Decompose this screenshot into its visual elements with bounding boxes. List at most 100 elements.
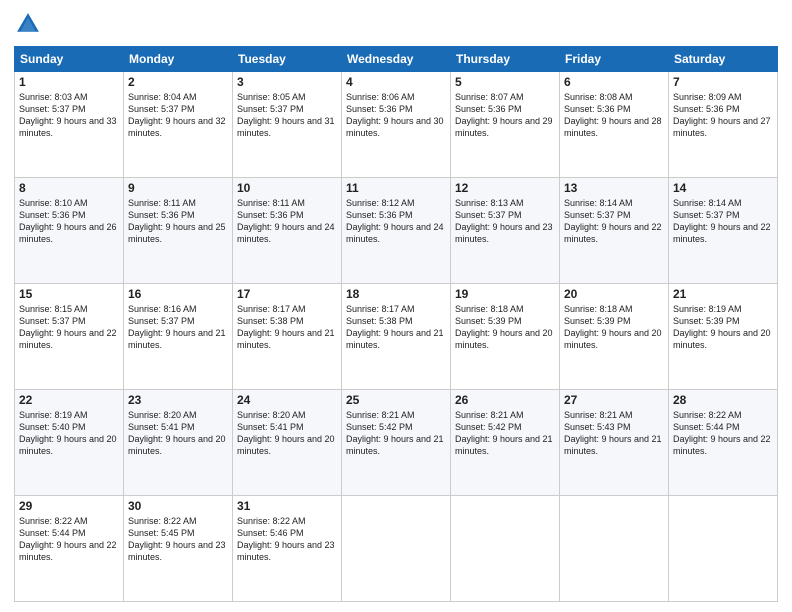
calendar-week-5: 29Sunrise: 8:22 AMSunset: 5:44 PMDayligh… bbox=[15, 496, 778, 602]
calendar-cell: 6 Sunrise: 8:08 AMSunset: 5:36 PMDaylight… bbox=[560, 72, 669, 178]
calendar-cell bbox=[342, 496, 451, 602]
day-number: 12 bbox=[455, 181, 555, 195]
day-number: 26 bbox=[455, 393, 555, 407]
calendar-cell: 14 Sunrise: 8:14 AMSunset: 5:37 PMDayligh… bbox=[669, 178, 778, 284]
day-number: 31 bbox=[237, 499, 337, 513]
day-number: 20 bbox=[564, 287, 664, 301]
logo-icon bbox=[14, 10, 42, 38]
calendar-header-row: SundayMondayTuesdayWednesdayThursdayFrid… bbox=[15, 47, 778, 72]
cell-info: Sunrise: 8:19 AMSunset: 5:39 PMDaylight:… bbox=[673, 303, 773, 352]
calendar-cell: 23 Sunrise: 8:20 AMSunset: 5:41 PMDayligh… bbox=[124, 390, 233, 496]
cell-info: Sunrise: 8:11 AMSunset: 5:36 PMDaylight:… bbox=[128, 197, 228, 246]
calendar-cell: 8Sunrise: 8:10 AMSunset: 5:36 PMDaylight… bbox=[15, 178, 124, 284]
day-number: 7 bbox=[673, 75, 773, 89]
day-number: 23 bbox=[128, 393, 228, 407]
cell-info: Sunrise: 8:22 AMSunset: 5:44 PMDaylight:… bbox=[673, 409, 773, 458]
calendar-cell: 3Sunrise: 8:05 AMSunset: 5:37 PMDaylight… bbox=[233, 72, 342, 178]
calendar-cell: 17Sunrise: 8:17 AMSunset: 5:38 PMDayligh… bbox=[233, 284, 342, 390]
day-number: 22 bbox=[19, 393, 119, 407]
cell-info: Sunrise: 8:20 AMSunset: 5:41 PMDaylight:… bbox=[128, 409, 228, 458]
calendar-cell: 28 Sunrise: 8:22 AMSunset: 5:44 PMDayligh… bbox=[669, 390, 778, 496]
cell-info: Sunrise: 8:22 AMSunset: 5:45 PMDaylight:… bbox=[128, 515, 228, 564]
calendar-table: SundayMondayTuesdayWednesdayThursdayFrid… bbox=[14, 46, 778, 602]
col-header-wednesday: Wednesday bbox=[342, 47, 451, 72]
calendar-cell: 24 Sunrise: 8:20 AMSunset: 5:41 PMDayligh… bbox=[233, 390, 342, 496]
day-number: 15 bbox=[19, 287, 119, 301]
day-number: 4 bbox=[346, 75, 446, 89]
day-number: 27 bbox=[564, 393, 664, 407]
calendar-cell: 12 Sunrise: 8:13 AMSunset: 5:37 PMDayligh… bbox=[451, 178, 560, 284]
cell-info: Sunrise: 8:12 AMSunset: 5:36 PMDaylight:… bbox=[346, 197, 446, 246]
cell-info: Sunrise: 8:21 AMSunset: 5:42 PMDaylight:… bbox=[346, 409, 446, 458]
cell-info: Sunrise: 8:14 AMSunset: 5:37 PMDaylight:… bbox=[673, 197, 773, 246]
col-header-thursday: Thursday bbox=[451, 47, 560, 72]
cell-info: Sunrise: 8:17 AMSunset: 5:38 PMDaylight:… bbox=[346, 303, 446, 352]
cell-info: Sunrise: 8:09 AMSunset: 5:36 PMDaylight:… bbox=[673, 91, 773, 140]
day-number: 13 bbox=[564, 181, 664, 195]
day-number: 18 bbox=[346, 287, 446, 301]
day-number: 2 bbox=[128, 75, 228, 89]
cell-info: Sunrise: 8:06 AMSunset: 5:36 PMDaylight:… bbox=[346, 91, 446, 140]
col-header-sunday: Sunday bbox=[15, 47, 124, 72]
cell-info: Sunrise: 8:21 AMSunset: 5:42 PMDaylight:… bbox=[455, 409, 555, 458]
day-number: 28 bbox=[673, 393, 773, 407]
day-number: 24 bbox=[237, 393, 337, 407]
calendar-cell: 29Sunrise: 8:22 AMSunset: 5:44 PMDayligh… bbox=[15, 496, 124, 602]
calendar-week-4: 22 Sunrise: 8:19 AMSunset: 5:40 PMDayligh… bbox=[15, 390, 778, 496]
day-number: 14 bbox=[673, 181, 773, 195]
cell-info: Sunrise: 8:13 AMSunset: 5:37 PMDaylight:… bbox=[455, 197, 555, 246]
calendar-week-3: 15 Sunrise: 8:15 AMSunset: 5:37 PMDayligh… bbox=[15, 284, 778, 390]
header bbox=[14, 10, 778, 38]
calendar-cell: 21 Sunrise: 8:19 AMSunset: 5:39 PMDayligh… bbox=[669, 284, 778, 390]
calendar-week-2: 8Sunrise: 8:10 AMSunset: 5:36 PMDaylight… bbox=[15, 178, 778, 284]
calendar-cell bbox=[669, 496, 778, 602]
day-number: 6 bbox=[564, 75, 664, 89]
calendar-cell: 22 Sunrise: 8:19 AMSunset: 5:40 PMDayligh… bbox=[15, 390, 124, 496]
calendar-cell: 20Sunrise: 8:18 AMSunset: 5:39 PMDayligh… bbox=[560, 284, 669, 390]
day-number: 19 bbox=[455, 287, 555, 301]
page: SundayMondayTuesdayWednesdayThursdayFrid… bbox=[0, 0, 792, 612]
day-number: 9 bbox=[128, 181, 228, 195]
calendar-cell: 2 Sunrise: 8:04 AMSunset: 5:37 PMDaylight… bbox=[124, 72, 233, 178]
day-number: 25 bbox=[346, 393, 446, 407]
calendar-week-1: 1 Sunrise: 8:03 AMSunset: 5:37 PMDaylight… bbox=[15, 72, 778, 178]
day-number: 16 bbox=[128, 287, 228, 301]
calendar-cell: 19Sunrise: 8:18 AMSunset: 5:39 PMDayligh… bbox=[451, 284, 560, 390]
cell-info: Sunrise: 8:16 AMSunset: 5:37 PMDaylight:… bbox=[128, 303, 228, 352]
calendar-cell: 4 Sunrise: 8:06 AMSunset: 5:36 PMDaylight… bbox=[342, 72, 451, 178]
day-number: 21 bbox=[673, 287, 773, 301]
col-header-saturday: Saturday bbox=[669, 47, 778, 72]
logo bbox=[14, 10, 46, 38]
calendar-cell: 16 Sunrise: 8:16 AMSunset: 5:37 PMDayligh… bbox=[124, 284, 233, 390]
calendar-cell: 10 Sunrise: 8:11 AMSunset: 5:36 PMDayligh… bbox=[233, 178, 342, 284]
day-number: 17 bbox=[237, 287, 337, 301]
cell-info: Sunrise: 8:05 AMSunset: 5:37 PMDaylight:… bbox=[237, 91, 337, 140]
calendar-cell: 18 Sunrise: 8:17 AMSunset: 5:38 PMDayligh… bbox=[342, 284, 451, 390]
day-number: 5 bbox=[455, 75, 555, 89]
col-header-friday: Friday bbox=[560, 47, 669, 72]
day-number: 30 bbox=[128, 499, 228, 513]
calendar-cell: 30 Sunrise: 8:22 AMSunset: 5:45 PMDayligh… bbox=[124, 496, 233, 602]
calendar-cell: 9 Sunrise: 8:11 AMSunset: 5:36 PMDaylight… bbox=[124, 178, 233, 284]
calendar-cell: 26 Sunrise: 8:21 AMSunset: 5:42 PMDayligh… bbox=[451, 390, 560, 496]
cell-info: Sunrise: 8:08 AMSunset: 5:36 PMDaylight:… bbox=[564, 91, 664, 140]
cell-info: Sunrise: 8:20 AMSunset: 5:41 PMDaylight:… bbox=[237, 409, 337, 458]
day-number: 11 bbox=[346, 181, 446, 195]
cell-info: Sunrise: 8:04 AMSunset: 5:37 PMDaylight:… bbox=[128, 91, 228, 140]
calendar-cell: 25 Sunrise: 8:21 AMSunset: 5:42 PMDayligh… bbox=[342, 390, 451, 496]
day-number: 8 bbox=[19, 181, 119, 195]
col-header-monday: Monday bbox=[124, 47, 233, 72]
day-number: 1 bbox=[19, 75, 119, 89]
col-header-tuesday: Tuesday bbox=[233, 47, 342, 72]
day-number: 10 bbox=[237, 181, 337, 195]
calendar-cell: 15 Sunrise: 8:15 AMSunset: 5:37 PMDayligh… bbox=[15, 284, 124, 390]
cell-info: Sunrise: 8:03 AMSunset: 5:37 PMDaylight:… bbox=[19, 91, 119, 140]
cell-info: Sunrise: 8:07 AMSunset: 5:36 PMDaylight:… bbox=[455, 91, 555, 140]
cell-info: Sunrise: 8:22 AMSunset: 5:44 PMDaylight:… bbox=[19, 515, 119, 564]
cell-info: Sunrise: 8:11 AMSunset: 5:36 PMDaylight:… bbox=[237, 197, 337, 246]
cell-info: Sunrise: 8:15 AMSunset: 5:37 PMDaylight:… bbox=[19, 303, 119, 352]
calendar-cell: 27Sunrise: 8:21 AMSunset: 5:43 PMDayligh… bbox=[560, 390, 669, 496]
cell-info: Sunrise: 8:19 AMSunset: 5:40 PMDaylight:… bbox=[19, 409, 119, 458]
calendar-cell bbox=[560, 496, 669, 602]
calendar-cell: 11 Sunrise: 8:12 AMSunset: 5:36 PMDayligh… bbox=[342, 178, 451, 284]
